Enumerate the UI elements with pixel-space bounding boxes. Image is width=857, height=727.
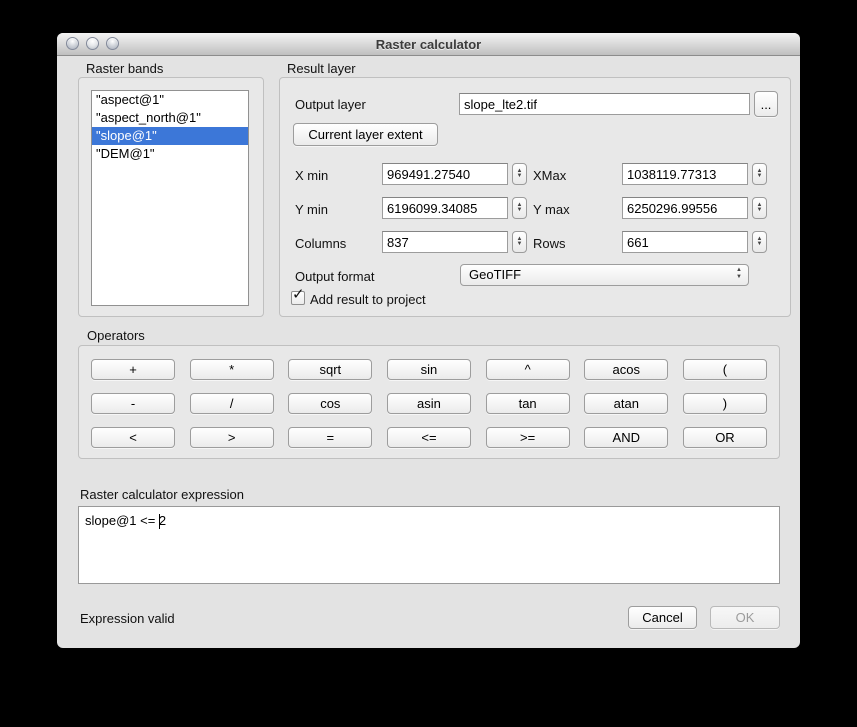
ymin-stepper[interactable]: ▲▼ (512, 197, 527, 219)
ok-button[interactable]: OK (710, 606, 780, 629)
cancel-button[interactable]: Cancel (628, 606, 697, 629)
operator-or-button[interactable]: OR (683, 427, 767, 448)
operator-plus-button[interactable]: + (91, 359, 175, 380)
popup-arrows-icon: ▲▼ (736, 267, 742, 281)
operator-atan-button[interactable]: atan (584, 393, 668, 414)
list-item[interactable]: "aspect_north@1" (92, 109, 248, 127)
ymax-stepper[interactable]: ▲▼ (752, 197, 767, 219)
stepper-down-icon: ▼ (757, 174, 763, 179)
operator-minus-button[interactable]: - (91, 393, 175, 414)
ymax-input[interactable] (622, 197, 748, 219)
xmax-stepper[interactable]: ▲▼ (752, 163, 767, 185)
list-item[interactable]: "aspect@1" (92, 91, 248, 109)
window-title: Raster calculator (376, 37, 482, 52)
zoom-button[interactable] (106, 37, 119, 50)
add-result-label: Add result to project (310, 292, 426, 307)
list-item[interactable]: "DEM@1" (92, 145, 248, 163)
xmin-label: X min (295, 168, 328, 183)
operator-less-equal-button[interactable]: <= (387, 427, 471, 448)
operator-power-button[interactable]: ^ (486, 359, 570, 380)
operator-tan-button[interactable]: tan (486, 393, 570, 414)
rows-label: Rows (533, 236, 566, 251)
operator-equals-button[interactable]: = (288, 427, 372, 448)
result-layer-label: Result layer (287, 61, 356, 76)
columns-label: Columns (295, 236, 346, 251)
columns-stepper[interactable]: ▲▼ (512, 231, 527, 253)
operator-acos-button[interactable]: acos (584, 359, 668, 380)
stepper-down-icon: ▼ (517, 174, 523, 179)
operator-sqrt-button[interactable]: sqrt (288, 359, 372, 380)
operator-multiply-button[interactable]: * (190, 359, 274, 380)
raster-bands-group: "aspect@1" "aspect_north@1" "slope@1" "D… (78, 77, 264, 317)
operator-greater-equal-button[interactable]: >= (486, 427, 570, 448)
operator-and-button[interactable]: AND (584, 427, 668, 448)
output-format-value: GeoTIFF (469, 267, 521, 282)
current-layer-extent-button[interactable]: Current layer extent (293, 123, 438, 146)
ymax-label: Y max (533, 202, 570, 217)
list-item-selected[interactable]: "slope@1" (92, 127, 248, 145)
operator-close-paren-button[interactable]: ) (683, 393, 767, 414)
operator-greater-than-button[interactable]: > (190, 427, 274, 448)
operator-cos-button[interactable]: cos (288, 393, 372, 414)
expression-status: Expression valid (80, 611, 175, 626)
xmax-label: XMax (533, 168, 566, 183)
raster-bands-list[interactable]: "aspect@1" "aspect_north@1" "slope@1" "D… (91, 90, 249, 306)
stepper-down-icon: ▼ (757, 208, 763, 213)
traffic-lights (66, 37, 119, 50)
operator-sin-button[interactable]: sin (387, 359, 471, 380)
stepper-down-icon: ▼ (757, 242, 763, 247)
checkmark-icon: ✓ (292, 285, 305, 303)
raster-calculator-dialog: Raster calculator Raster bands "aspect@1… (57, 33, 800, 648)
operator-open-paren-button[interactable]: ( (683, 359, 767, 380)
expression-label: Raster calculator expression (80, 487, 244, 502)
xmax-input[interactable] (622, 163, 748, 185)
expression-textarea[interactable]: slope@1 <= 2 (78, 506, 780, 584)
output-layer-label: Output layer (295, 97, 366, 112)
operator-divide-button[interactable]: / (190, 393, 274, 414)
ymin-label: Y min (295, 202, 328, 217)
operators-group: + * sqrt sin ^ acos ( - / cos asin tan a… (78, 345, 780, 459)
operator-less-than-button[interactable]: < (91, 427, 175, 448)
ymin-input[interactable] (382, 197, 508, 219)
xmin-stepper[interactable]: ▲▼ (512, 163, 527, 185)
operators-label: Operators (87, 328, 145, 343)
minimize-button[interactable] (86, 37, 99, 50)
output-format-label: Output format (295, 269, 374, 284)
stepper-down-icon: ▼ (517, 208, 523, 213)
close-button[interactable] (66, 37, 79, 50)
output-layer-input[interactable] (459, 93, 750, 115)
operator-asin-button[interactable]: asin (387, 393, 471, 414)
xmin-input[interactable] (382, 163, 508, 185)
output-format-select[interactable]: GeoTIFF ▲▼ (460, 264, 749, 286)
browse-output-button[interactable]: ... (754, 91, 778, 117)
raster-bands-label: Raster bands (86, 61, 163, 76)
title-bar[interactable]: Raster calculator (57, 33, 800, 56)
columns-input[interactable] (382, 231, 508, 253)
expression-text: slope@1 <= 2 (85, 513, 166, 528)
text-cursor (159, 514, 160, 529)
add-result-checkbox[interactable]: ✓ (291, 291, 305, 305)
rows-input[interactable] (622, 231, 748, 253)
stepper-down-icon: ▼ (517, 242, 523, 247)
rows-stepper[interactable]: ▲▼ (752, 231, 767, 253)
